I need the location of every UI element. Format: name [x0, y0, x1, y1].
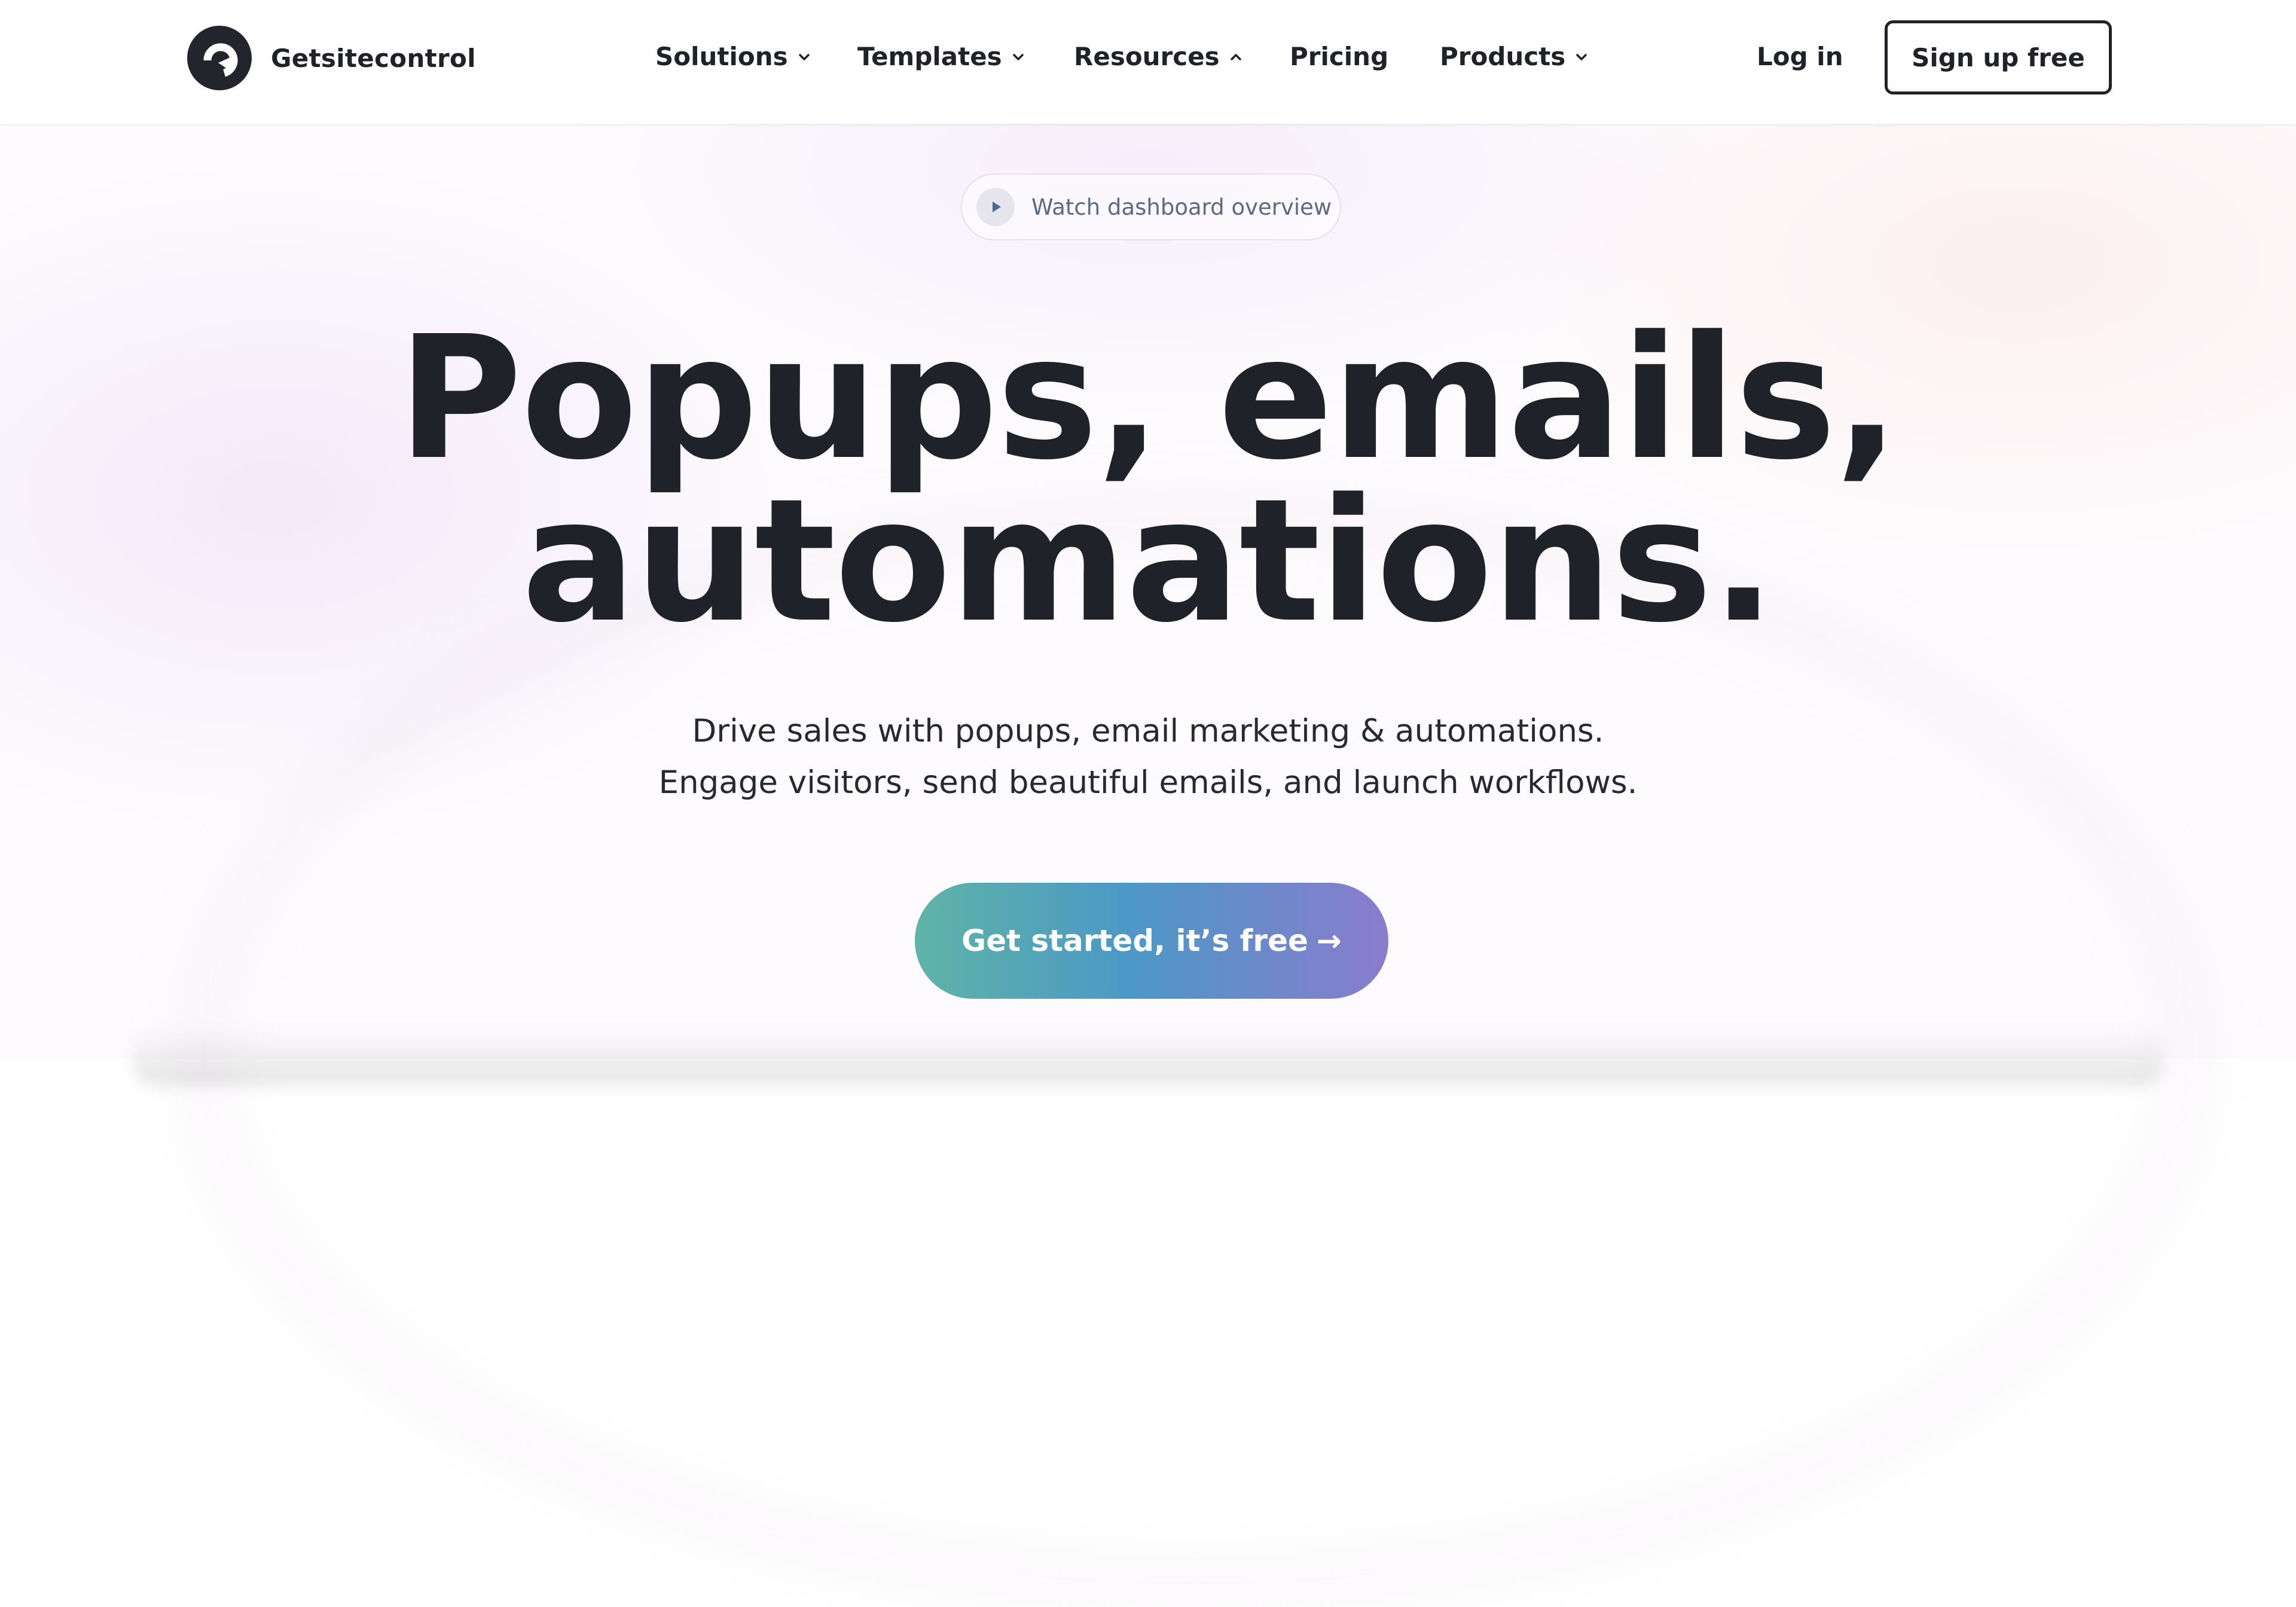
nav-item-pricing[interactable]: Pricing: [1290, 42, 1388, 71]
headline-line: automations.: [521, 462, 1776, 660]
login-link[interactable]: Log in: [1757, 42, 1843, 71]
arrow-right-icon: →: [1316, 923, 1342, 958]
site-header: Getsitecontrol Solutions Templates Resou…: [0, 0, 2296, 124]
dashboard-preview-edge: [132, 1026, 2164, 1085]
subheadline-line: Engage visitors, send beautiful emails, …: [658, 764, 1638, 801]
chevron-down-icon: [1576, 53, 1587, 60]
watch-overview-label: Watch dashboard overview: [1031, 194, 1332, 220]
chevron-up-icon: [1230, 53, 1241, 60]
signup-button[interactable]: Sign up free: [1885, 20, 2112, 94]
chevron-down-icon: [798, 53, 810, 60]
chevron-down-icon: [1012, 53, 1024, 60]
nav-item-products[interactable]: Products: [1440, 42, 1588, 71]
watch-overview-button[interactable]: Watch dashboard overview: [961, 173, 1341, 240]
brand-name: Getsitecontrol: [271, 43, 476, 73]
hero-subheadline: Drive sales with popups, email marketing…: [0, 706, 2296, 809]
nav-item-templates[interactable]: Templates: [857, 42, 1025, 71]
nav-item-label: Products: [1440, 42, 1566, 71]
subheadline-line: Drive sales with popups, email marketing…: [692, 713, 1604, 749]
brand-logo-link[interactable]: Getsitecontrol: [187, 26, 476, 90]
nav-item-label: Solutions: [655, 42, 788, 71]
hero-headline: Popups, emails, automations.: [0, 299, 2296, 660]
get-started-label: Get started, it’s free: [961, 923, 1308, 958]
nav-item-label: Resources: [1074, 42, 1220, 71]
headline-line: Popups, emails,: [398, 299, 1900, 497]
play-icon: [976, 188, 1015, 226]
nav-item-solutions[interactable]: Solutions: [655, 42, 811, 71]
nav-item-label: Templates: [857, 42, 1002, 71]
nav-item-resources[interactable]: Resources: [1074, 42, 1242, 71]
get-started-button[interactable]: Get started, it’s free →: [915, 883, 1388, 999]
getsitecontrol-logo-icon: [187, 26, 252, 90]
nav-item-label: Pricing: [1290, 42, 1389, 71]
